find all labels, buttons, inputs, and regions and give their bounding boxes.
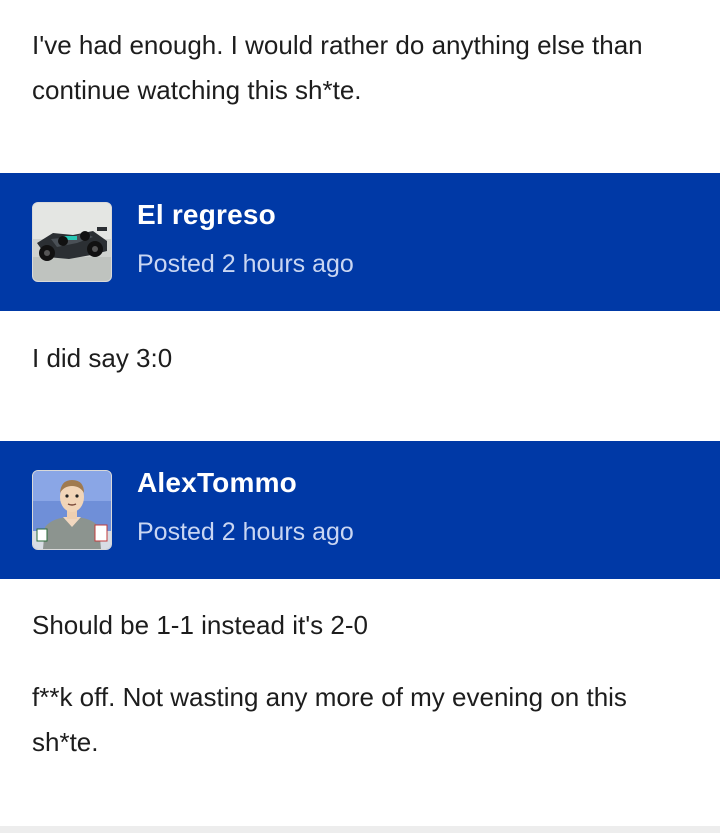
comment-text: Should be 1-1 instead it's 2-0 [32,610,368,640]
divider [0,826,720,833]
comment-header: AlexTommo Posted 2 hours ago [0,441,720,579]
post-timestamp: Posted 2 hours ago [137,250,354,278]
username[interactable]: El regreso [137,199,276,231]
comment-body: I've had enough. I would rather do anyth… [0,23,720,113]
comment-text: I've had enough. I would rather do anyth… [32,30,643,105]
comment-body: I did say 3:0 [0,336,720,381]
cartoon-man-avatar-icon[interactable] [32,470,112,550]
comment-body: Should be 1-1 instead it's 2-0 f**k off.… [0,603,720,765]
race-car-avatar-icon[interactable] [32,202,112,282]
comment-thread: I've had enough. I would rather do anyth… [0,0,720,833]
comment-text: f**k off. Not wasting any more of my eve… [32,682,627,757]
post-timestamp: Posted 2 hours ago [137,518,354,546]
username[interactable]: AlexTommo [137,467,297,499]
comment-header: El regreso Posted 2 hours ago [0,173,720,311]
comment-text: I did say 3:0 [32,343,173,373]
